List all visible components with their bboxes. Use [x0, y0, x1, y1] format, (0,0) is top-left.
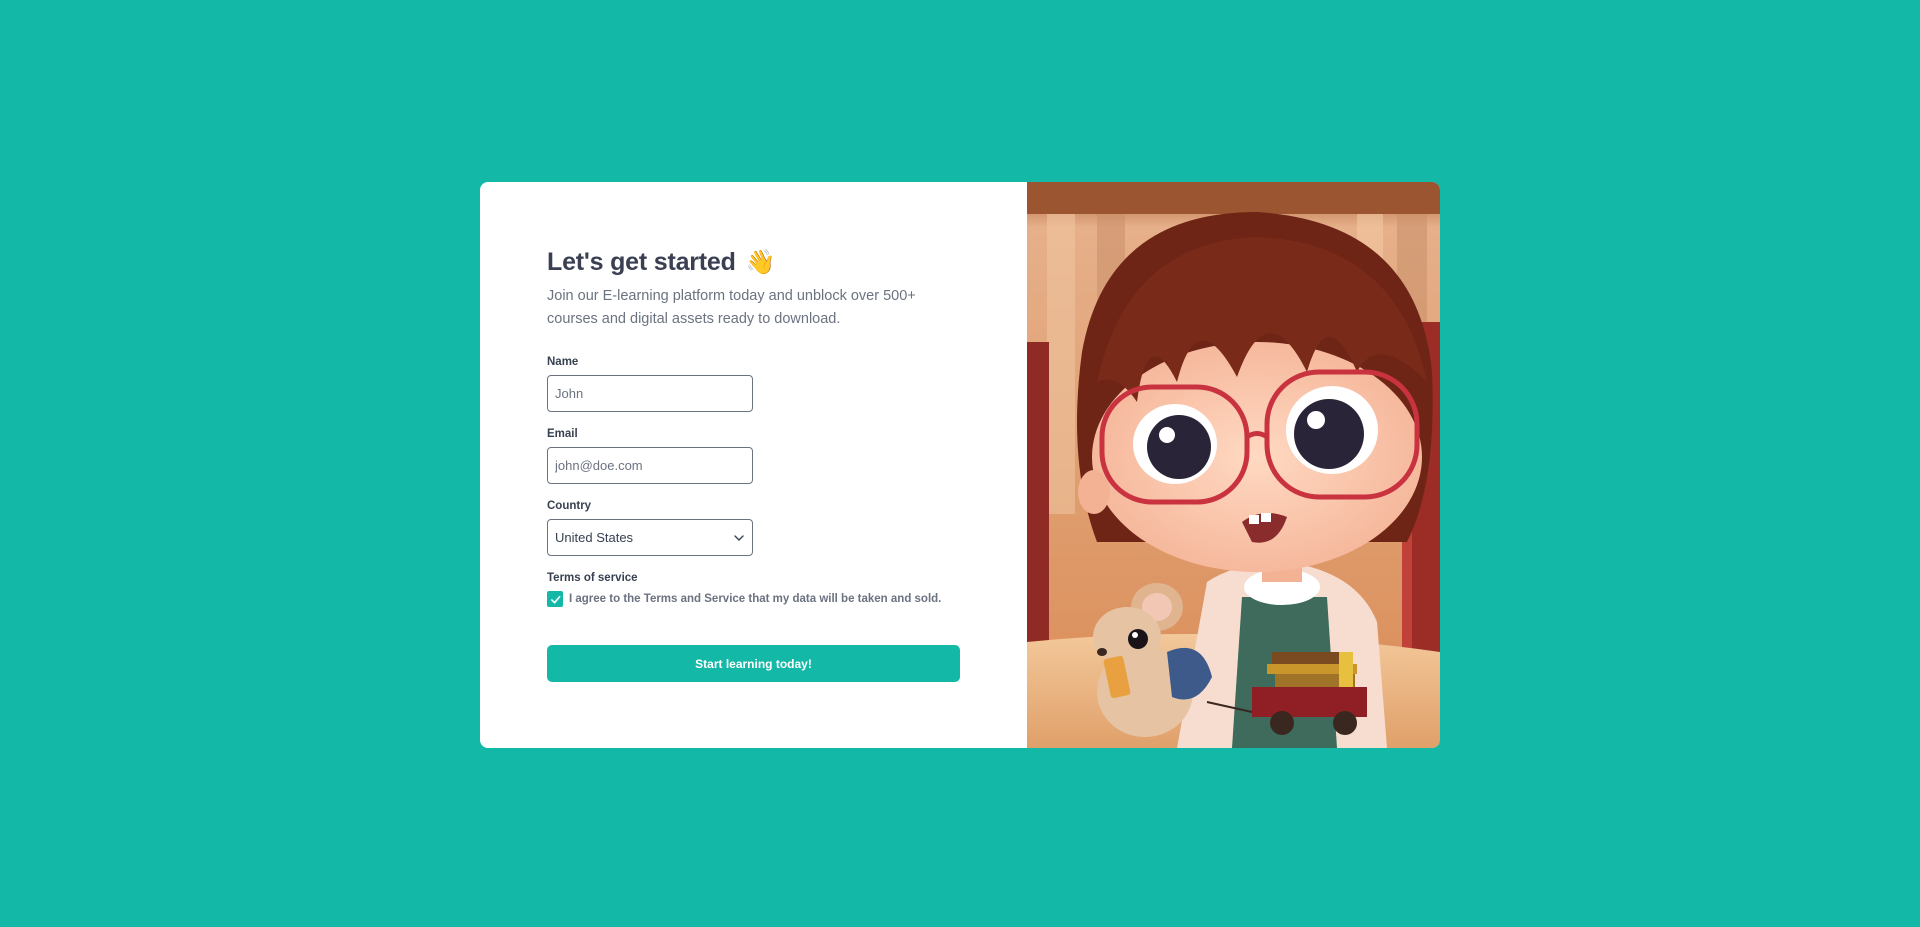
signup-card: Let's get started 👋 Join our E-learning … — [480, 182, 1440, 748]
page-subtitle: Join our E-learning platform today and u… — [547, 288, 916, 327]
terms-text: I agree to the Terms and Service that my… — [569, 593, 942, 605]
checkmark-icon — [550, 595, 560, 604]
terms-checkbox[interactable] — [547, 591, 563, 607]
hero-illustration — [1027, 182, 1440, 748]
page-title: Let's get started — [547, 248, 736, 276]
terms-label: Terms of service — [547, 572, 638, 584]
email-field-group: Email — [547, 428, 1027, 484]
title-row: Let's get started 👋 — [547, 248, 1027, 277]
country-label: Country — [547, 500, 592, 512]
name-label: Name — [547, 356, 579, 368]
name-input[interactable] — [547, 375, 753, 412]
terms-field-group: Terms of service I agree to the Terms an… — [547, 572, 1027, 607]
country-field-group: Country United States — [547, 500, 1027, 556]
country-select[interactable]: United States — [547, 519, 753, 556]
email-label: Email — [547, 428, 578, 440]
email-input[interactable] — [547, 447, 753, 484]
name-field-group: Name — [547, 356, 1027, 412]
waving-hand-icon: 👋 — [745, 248, 776, 276]
girl-with-glasses-illustration — [1027, 182, 1440, 748]
signup-form: Let's get started 👋 Join our E-learning … — [480, 182, 1027, 748]
terms-row: I agree to the Terms and Service that my… — [547, 591, 1027, 607]
start-learning-button[interactable]: Start learning today! — [547, 645, 960, 682]
country-selected-value: United States — [555, 530, 634, 545]
chevron-down-icon — [734, 534, 744, 541]
